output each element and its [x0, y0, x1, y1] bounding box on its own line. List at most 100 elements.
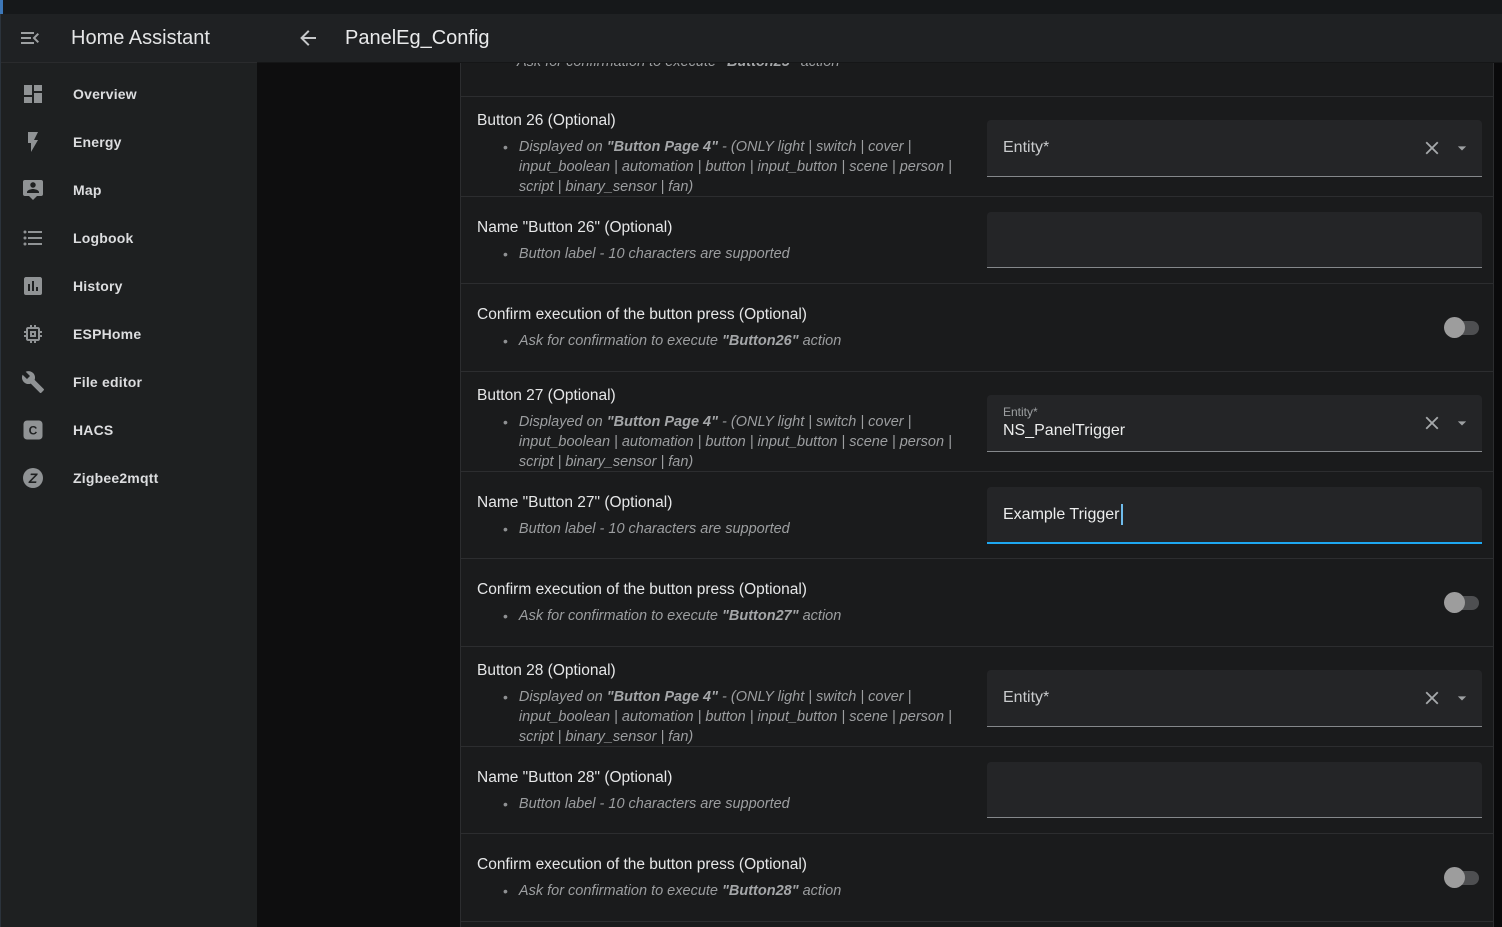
field-description: Displayed on "Button Page 4" - (ONLY lig…	[519, 137, 981, 197]
confirm-toggle[interactable]	[1446, 596, 1479, 610]
sidebar-item-label: Map	[73, 182, 102, 198]
sidebar-item-logbook[interactable]: Logbook	[1, 214, 257, 262]
chip-icon	[21, 322, 45, 346]
main-area: PanelEg_Config Ask for confirmation to e…	[257, 14, 1502, 927]
menu-open-icon[interactable]	[18, 26, 42, 50]
sidebar-item-label: ESPHome	[73, 326, 141, 342]
bullet-dot: •	[503, 687, 508, 747]
lightning-bolt-icon	[21, 130, 45, 154]
entity-select-label: Entity*	[1003, 139, 1421, 157]
sidebar-nav: Overview Energy Map Logbook History ESPH…	[1, 63, 257, 502]
sidebar-item-label: Logbook	[73, 230, 134, 246]
field-description: Ask for confirmation to execute "Button2…	[519, 331, 841, 351]
chevron-down-icon[interactable]	[1452, 138, 1472, 158]
form-row-button28-confirm: Confirm execution of the button press (O…	[461, 834, 1493, 922]
form-row-button26-entity: Button 26 (Optional) • Displayed on "But…	[461, 97, 1493, 197]
sidebar-header: Home Assistant	[1, 14, 257, 63]
scrollbar[interactable]	[1494, 63, 1502, 927]
bulleted-list-icon	[21, 226, 45, 250]
clear-icon[interactable]	[1421, 687, 1443, 709]
bullet-dot: •	[503, 606, 508, 626]
sidebar-item-history[interactable]: History	[1, 262, 257, 310]
sidebar-item-label: Zigbee2mqtt	[73, 470, 158, 486]
form-row-button25-confirm-clipped: Ask for confirmation to execute "Button2…	[461, 63, 1493, 97]
sidebar-item-zigbee2mqtt[interactable]: Z Zigbee2mqtt	[1, 454, 257, 502]
window-accent-line	[0, 0, 3, 14]
field-title: Button 26 (Optional)	[477, 110, 987, 132]
form-row-button27-name: Name "Button 27" (Optional) • Button lab…	[461, 472, 1493, 559]
confirm-toggle[interactable]	[1446, 321, 1479, 335]
form-row-button27-entity: Button 27 (Optional) • Displayed on "But…	[461, 372, 1493, 472]
field-description: Displayed on "Button Page 4" - (ONLY lig…	[519, 412, 981, 472]
toggle-thumb	[1444, 592, 1465, 613]
bullet-dot: •	[503, 881, 508, 901]
bullet-dot: •	[503, 331, 508, 351]
config-form-panel: Ask for confirmation to execute "Button2…	[460, 63, 1494, 927]
form-row-button26-name: Name "Button 26" (Optional) • Button lab…	[461, 197, 1493, 284]
home-assistant-app: Home Assistant Overview Energy Map Logbo…	[0, 14, 1502, 927]
field-title: Button 27 (Optional)	[477, 385, 987, 407]
sidebar-item-label: Overview	[73, 86, 137, 102]
sidebar-item-label: HACS	[73, 422, 113, 438]
back-arrow-icon[interactable]	[296, 26, 320, 50]
clear-icon[interactable]	[1421, 137, 1443, 159]
field-description: Displayed on "Button Page 4" - (ONLY lig…	[519, 687, 981, 747]
name-input[interactable]	[987, 212, 1482, 268]
field-title: Name "Button 28" (Optional)	[477, 767, 987, 789]
svg-text:Z: Z	[28, 470, 38, 486]
form-row-button28-name: Name "Button 28" (Optional) • Button lab…	[461, 747, 1493, 834]
entity-select[interactable]: Entity* NS_PanelTrigger	[987, 395, 1482, 452]
toggle-thumb	[1444, 867, 1465, 888]
app-title: Home Assistant	[71, 27, 210, 50]
sidebar-item-map[interactable]: Map	[1, 166, 257, 214]
name-input[interactable]	[987, 762, 1482, 818]
page-title: PanelEg_Config	[345, 27, 490, 50]
entity-select[interactable]: Entity*	[987, 670, 1482, 727]
field-title: Confirm execution of the button press (O…	[477, 579, 1446, 601]
hacs-icon: C	[21, 418, 45, 442]
name-input[interactable]: Example Trigger	[987, 487, 1482, 544]
entity-select-label: Entity*	[1003, 689, 1421, 707]
page-header: PanelEg_Config	[257, 14, 1502, 63]
confirm-toggle[interactable]	[1446, 871, 1479, 885]
chevron-down-icon[interactable]	[1452, 688, 1472, 708]
field-title: Name "Button 26" (Optional)	[477, 217, 987, 239]
entity-select-label: Entity*	[1003, 405, 1421, 420]
entity-select[interactable]: Entity*	[987, 120, 1482, 177]
bullet-dot: •	[503, 137, 508, 197]
content-scroll-area[interactable]: Ask for confirmation to execute "Button2…	[257, 63, 1502, 927]
field-title: Confirm execution of the button press (O…	[477, 854, 1446, 876]
form-row-button27-confirm: Confirm execution of the button press (O…	[461, 559, 1493, 647]
field-title: Confirm execution of the button press (O…	[477, 304, 1446, 326]
field-description: Button label - 10 characters are support…	[519, 519, 790, 539]
window-top-strip	[0, 0, 1502, 14]
field-description: Ask for confirmation to execute "Button2…	[519, 881, 841, 901]
bullet-dot: •	[503, 244, 508, 264]
sidebar-item-overview[interactable]: Overview	[1, 70, 257, 118]
text-cursor	[1121, 504, 1123, 525]
field-description: Button label - 10 characters are support…	[519, 244, 790, 264]
bullet-dot: •	[503, 519, 508, 539]
sidebar-item-esphome[interactable]: ESPHome	[1, 310, 257, 358]
bar-chart-icon	[21, 274, 45, 298]
input-value: Example Trigger	[1003, 506, 1120, 524]
field-title: Name "Button 27" (Optional)	[477, 492, 987, 514]
view-dashboard-icon	[21, 82, 45, 106]
sidebar-item-file-editor[interactable]: File editor	[1, 358, 257, 406]
zigbee2mqtt-icon: Z	[21, 466, 45, 490]
svg-text:C: C	[29, 424, 38, 438]
sidebar-item-energy[interactable]: Energy	[1, 118, 257, 166]
sidebar-item-hacs[interactable]: C HACS	[1, 406, 257, 454]
person-pin-icon	[21, 178, 45, 202]
bullet-dot: •	[503, 412, 508, 472]
sidebar: Home Assistant Overview Energy Map Logbo…	[0, 14, 257, 927]
field-description: Ask for confirmation to execute "Button2…	[519, 606, 841, 626]
form-row-button26-confirm: Confirm execution of the button press (O…	[461, 284, 1493, 372]
sidebar-item-label: Energy	[73, 134, 122, 150]
field-description: Ask for confirmation to execute "Button2…	[517, 63, 839, 72]
clear-icon[interactable]	[1421, 412, 1443, 434]
entity-select-value: NS_PanelTrigger	[1003, 421, 1421, 441]
field-title: Button 28 (Optional)	[477, 660, 987, 682]
wrench-icon	[21, 370, 45, 394]
chevron-down-icon[interactable]	[1452, 413, 1472, 433]
